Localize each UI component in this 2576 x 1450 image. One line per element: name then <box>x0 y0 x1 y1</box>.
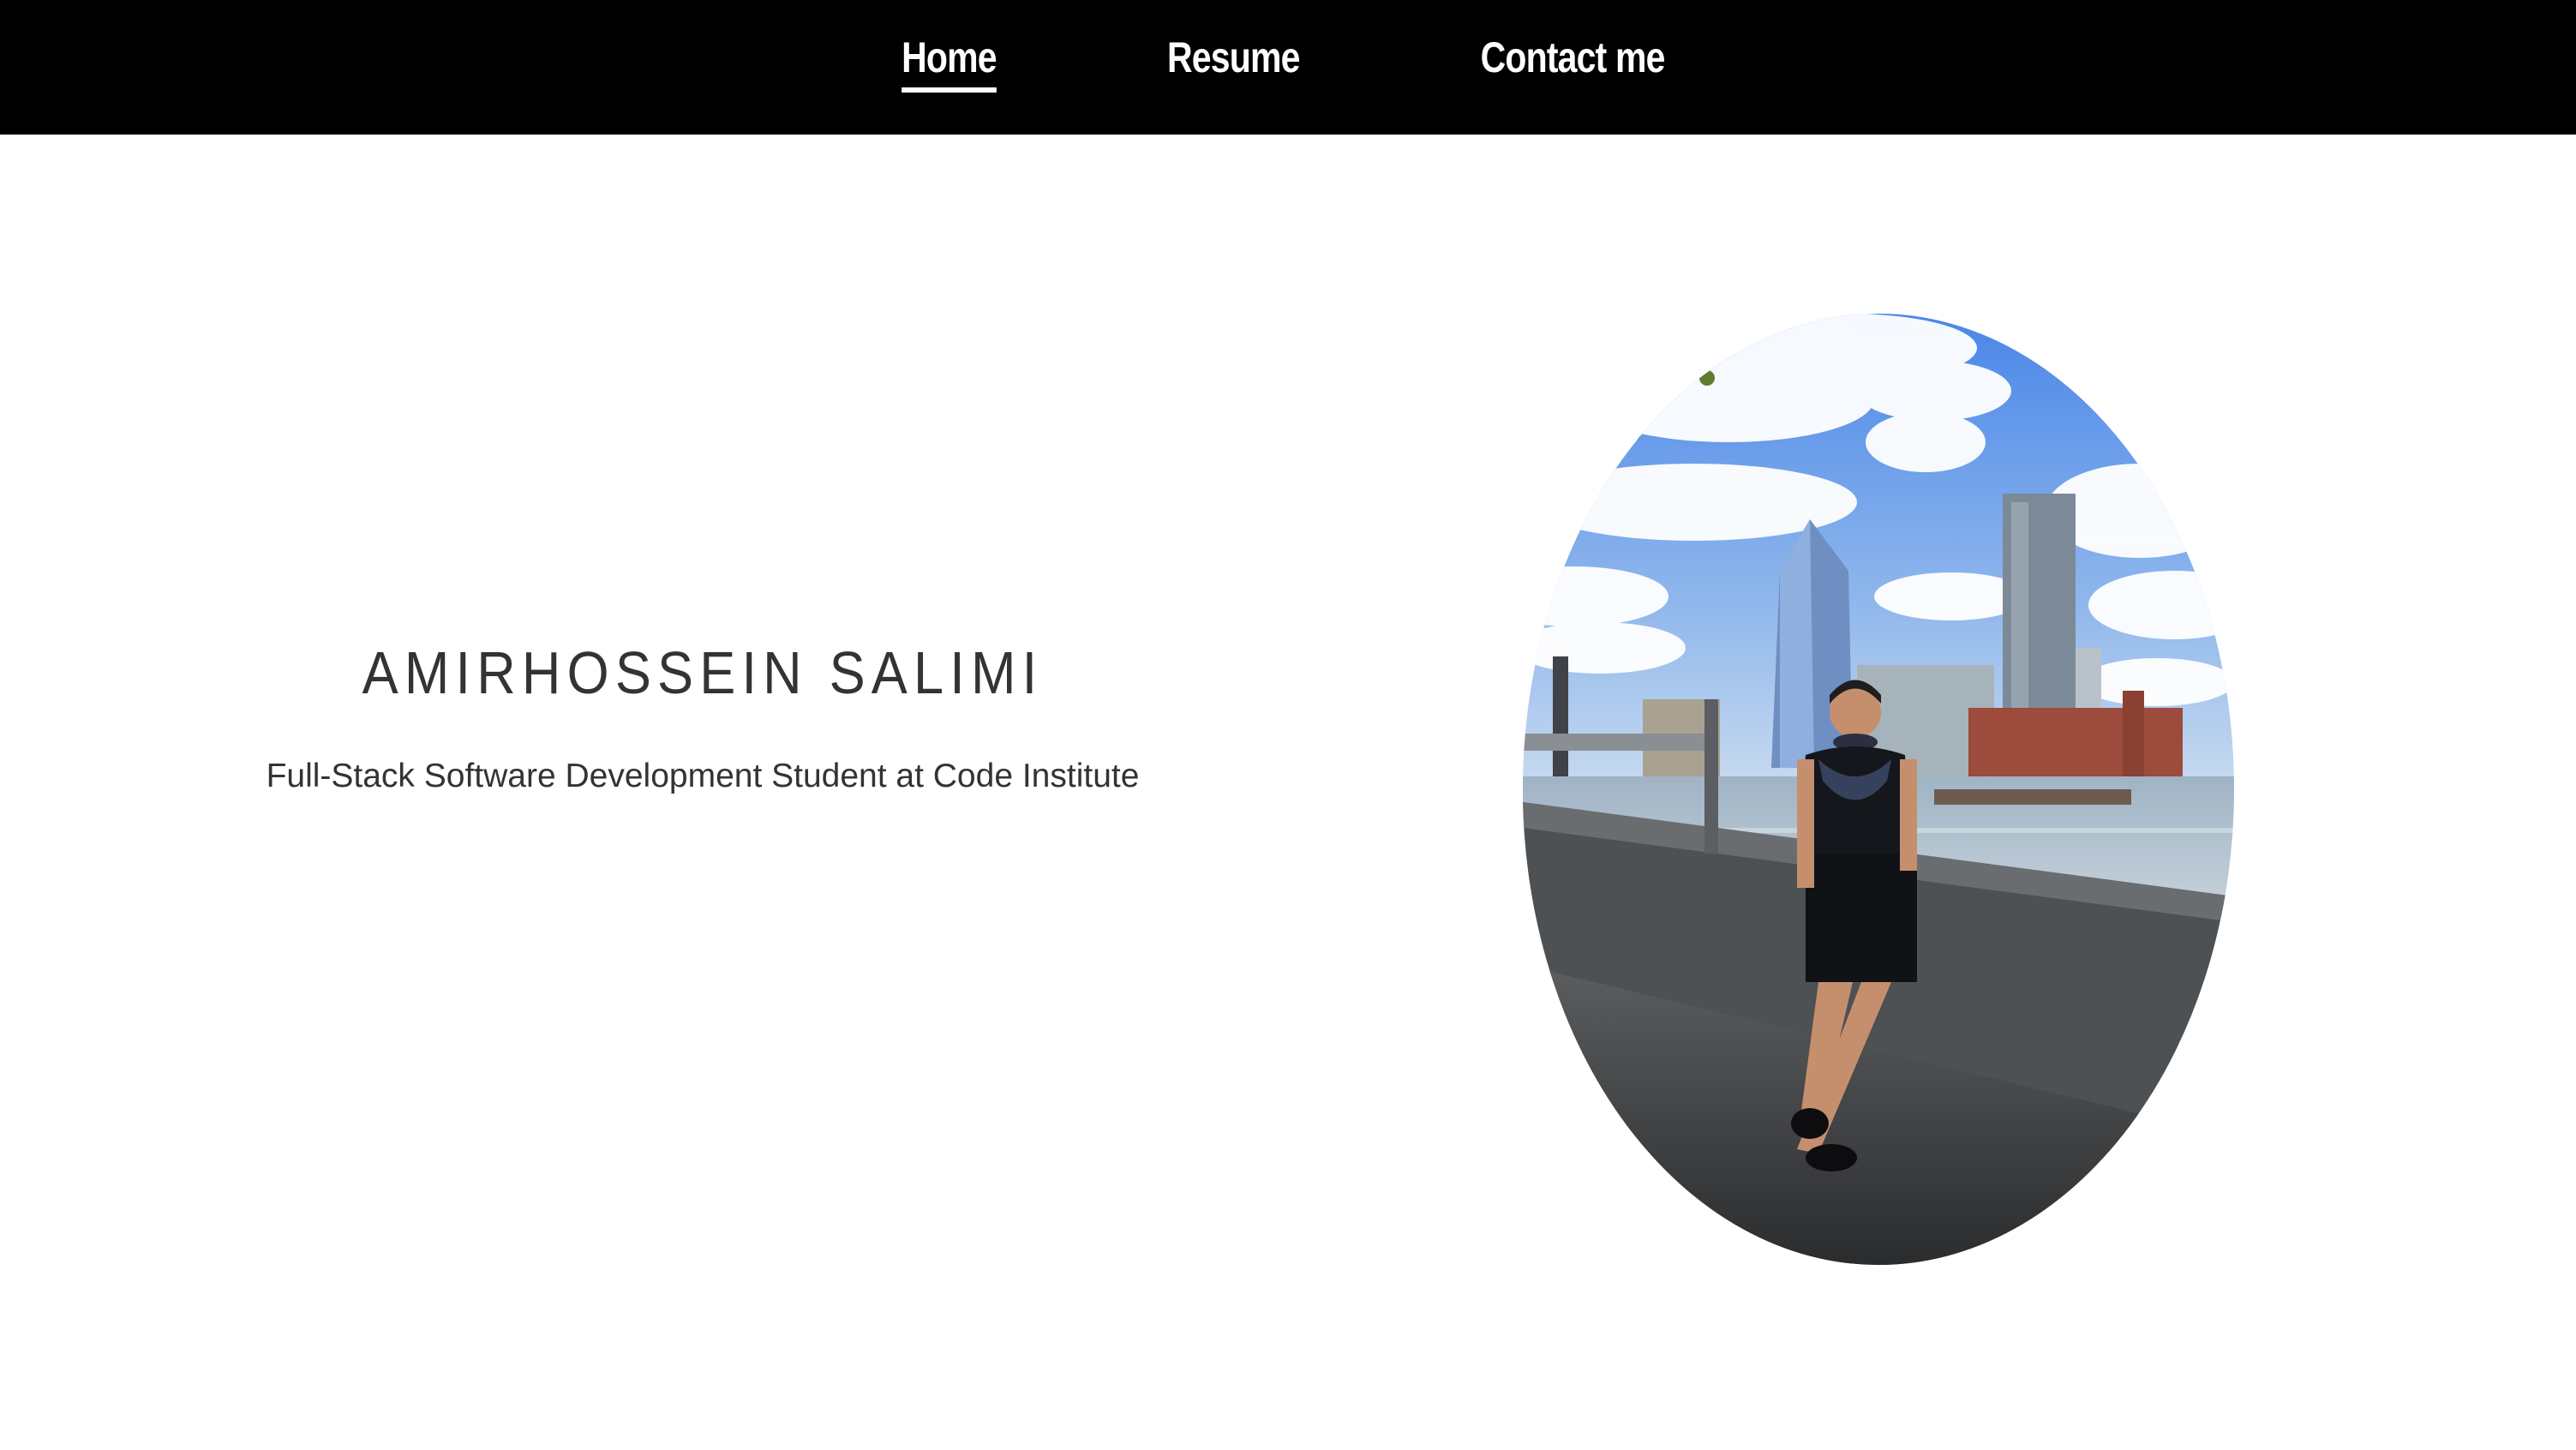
profile-photo <box>1523 314 2234 1265</box>
hero-subtitle: Full-Stack Software Development Student … <box>266 758 1140 794</box>
hero-name: AMIRHOSSEIN SALIMI <box>362 639 1044 706</box>
nav-link-home[interactable]: Home <box>902 27 997 93</box>
nav-item-home: Home <box>818 27 1080 93</box>
nav-link-contact[interactable]: Contact me <box>1480 27 1665 87</box>
nav-item-resume: Resume <box>1080 27 1387 87</box>
nav-menu: Home Resume Contact me <box>818 27 1758 93</box>
nav-link-resume[interactable]: Resume <box>1167 27 1300 87</box>
nav-item-contact: Contact me <box>1387 27 1758 87</box>
profile-photo-illustration <box>1523 314 2234 1265</box>
top-navbar: Home Resume Contact me <box>0 0 2576 135</box>
hero-text-section: AMIRHOSSEIN SALIMI Full-Stack Software D… <box>0 634 1405 797</box>
